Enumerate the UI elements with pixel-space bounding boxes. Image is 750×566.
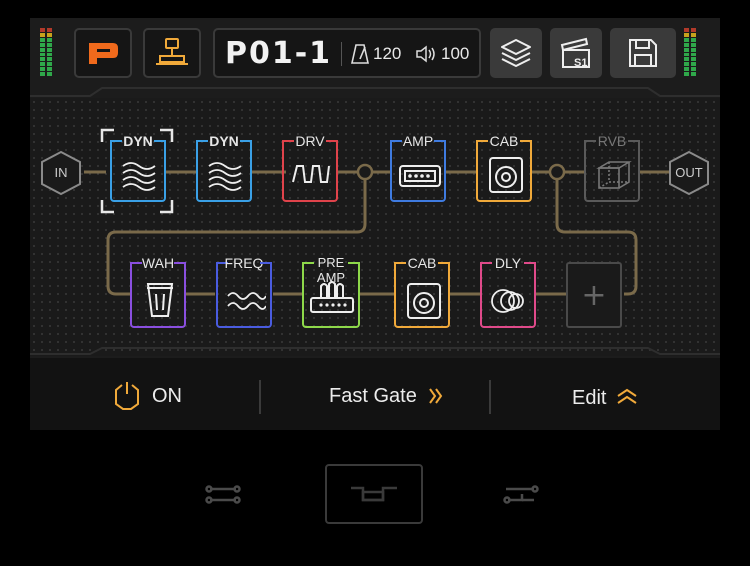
wah-pedal-icon <box>146 283 174 317</box>
delay-circles-icon <box>491 289 524 313</box>
block-cab-2[interactable]: CAB <box>394 255 450 328</box>
device-screen: P01-1 120 100 S1 IN OUT DYN DYN DRV AMP … <box>30 18 720 430</box>
waves-icon <box>122 162 156 191</box>
input-node[interactable]: IN <box>38 150 84 201</box>
block-power-toggle[interactable]: ON <box>112 380 182 417</box>
power-label: ON <box>152 385 182 407</box>
divider <box>489 380 491 414</box>
divider <box>259 380 261 414</box>
power-icon <box>115 382 139 410</box>
block-label: DYN <box>209 133 239 149</box>
block-wah[interactable]: WAH <box>130 255 186 328</box>
plus-icon: + <box>581 278 607 313</box>
speaker-icon <box>489 157 523 193</box>
block-label: RVB <box>597 133 627 149</box>
speaker-icon <box>407 283 441 319</box>
frequency-wave-icon <box>227 292 266 310</box>
block-dyn-2[interactable]: DYN <box>196 133 252 202</box>
block-label: CAB <box>489 133 519 149</box>
block-label: FREQ <box>224 255 264 271</box>
block-drv[interactable]: DRV <box>282 133 338 202</box>
block-freq[interactable]: FREQ <box>216 255 272 328</box>
input-label: IN <box>54 165 68 180</box>
block-label: DRV <box>295 133 325 149</box>
amp-icon <box>399 165 441 187</box>
output-node[interactable]: OUT <box>666 150 712 201</box>
square-wave-icon <box>292 165 330 183</box>
block-amp[interactable]: AMP <box>390 133 446 202</box>
block-model-name[interactable]: Fast Gate <box>329 385 417 408</box>
block-label: DLY <box>494 255 522 271</box>
block-control-bar: ON Fast Gate Edit <box>30 358 720 430</box>
block-label: AMP <box>402 133 434 149</box>
block-rvb[interactable]: RVB <box>584 133 640 202</box>
cube-icon <box>596 161 632 189</box>
block-dly[interactable]: DLY <box>480 255 536 328</box>
add-block-button[interactable]: + <box>566 262 622 328</box>
signal-routing-icon <box>351 486 397 502</box>
previous-button-icon[interactable] <box>204 484 242 506</box>
block-label: WAH <box>141 255 175 271</box>
preamp-tubes-icon <box>310 281 354 313</box>
output-label: OUT <box>675 165 703 180</box>
block-dyn-1[interactable]: DYN <box>110 133 166 202</box>
next-button-icon[interactable] <box>502 484 540 506</box>
block-pre-amp[interactable]: PRE AMP <box>302 255 360 328</box>
center-hardware-button[interactable] <box>325 464 423 524</box>
block-cab[interactable]: CAB <box>476 133 532 202</box>
waves-icon <box>208 162 242 191</box>
block-label: DYN <box>123 133 153 149</box>
edit-button[interactable]: Edit <box>572 387 606 410</box>
block-label: CAB <box>407 255 437 271</box>
chevron-right-double-icon <box>429 388 443 404</box>
chevron-up-double-icon <box>617 388 637 404</box>
